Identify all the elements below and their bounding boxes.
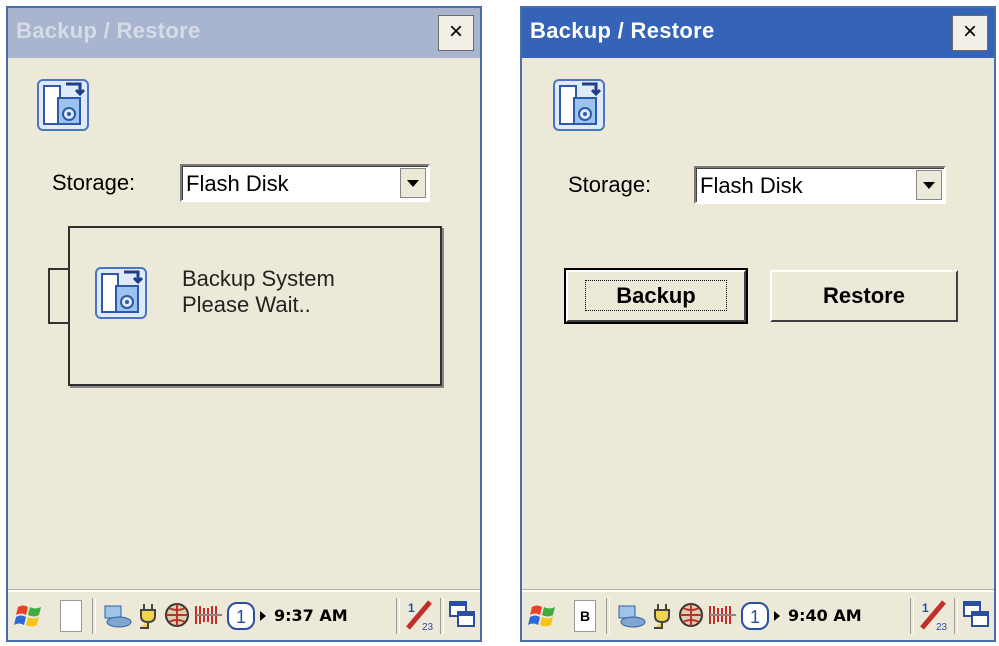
- restore-button[interactable]: Restore: [770, 270, 958, 322]
- svg-text:23: 23: [422, 622, 434, 633]
- close-button[interactable]: ×: [952, 15, 988, 51]
- title-bar: Backup / Restore ×: [522, 8, 994, 58]
- clock[interactable]: 9:40 AM: [788, 606, 862, 625]
- svg-text:1: 1: [922, 601, 929, 615]
- arrow-right-icon[interactable]: [258, 610, 268, 622]
- backup-restore-app-icon: [95, 267, 147, 319]
- storage-dropdown[interactable]: Flash Disk: [694, 166, 946, 204]
- chevron-down-icon[interactable]: [916, 170, 942, 200]
- switch-window-icon[interactable]: [962, 600, 990, 630]
- taskbar: B 1 9:40 AM 1 23: [522, 590, 994, 640]
- keypad-mode-icon[interactable]: 1: [226, 601, 256, 631]
- taskbar-task-button[interactable]: [60, 600, 82, 632]
- title-bar: Backup / Restore ×: [8, 8, 480, 58]
- network-icon[interactable]: [102, 602, 132, 630]
- backup-restore-app-icon: [37, 79, 89, 131]
- backup-button[interactable]: Backup: [564, 268, 748, 324]
- storage-label: Storage:: [52, 170, 136, 195]
- dialog-line-1: Backup System: [182, 266, 335, 291]
- svg-text:1: 1: [408, 601, 415, 615]
- storage-value: Flash Disk: [700, 173, 803, 198]
- backup-restore-app-icon: [553, 79, 605, 131]
- svg-text:23: 23: [936, 622, 948, 633]
- taskbar-separator: [910, 598, 914, 634]
- keypad-mode-icon[interactable]: 1: [740, 601, 770, 631]
- taskbar: 1 9:37 AM 1 23: [8, 590, 480, 640]
- storage-dropdown[interactable]: Flash Disk: [180, 164, 430, 202]
- dialog-line-2: Please Wait..: [182, 292, 311, 317]
- power-plug-icon[interactable]: [650, 602, 674, 630]
- dialog-message: Backup System Please Wait..: [182, 266, 335, 318]
- taskbar-task-button[interactable]: B: [574, 600, 596, 632]
- svg-text:1: 1: [236, 607, 246, 627]
- taskbar-separator: [606, 598, 610, 634]
- storage-value: Flash Disk: [186, 171, 289, 196]
- backup-button-label: Backup: [585, 280, 727, 311]
- taskbar-separator: [396, 598, 400, 634]
- arrow-right-icon[interactable]: [772, 610, 782, 622]
- input-panel-icon[interactable]: 1 23: [404, 598, 436, 634]
- network-icon[interactable]: [616, 602, 646, 630]
- window-title: Backup / Restore: [530, 18, 715, 43]
- window-title: Backup / Restore: [16, 18, 201, 43]
- chevron-down-icon[interactable]: [400, 168, 426, 198]
- taskbar-separator: [92, 598, 96, 634]
- progress-dialog: Backup System Please Wait..: [68, 226, 442, 386]
- close-button[interactable]: ×: [438, 15, 474, 51]
- taskbar-separator: [440, 598, 444, 634]
- right-screen: Backup / Restore × Storage: Flash Disk B…: [520, 6, 996, 642]
- windows-start-icon[interactable]: [14, 601, 44, 631]
- power-plug-icon[interactable]: [136, 602, 160, 630]
- input-panel-icon[interactable]: 1 23: [918, 598, 950, 634]
- svg-text:1: 1: [750, 607, 760, 627]
- battery-icon[interactable]: [708, 604, 738, 626]
- clock[interactable]: 9:37 AM: [274, 606, 348, 625]
- battery-icon[interactable]: [194, 604, 224, 626]
- left-screen: Backup / Restore × Storage: Flash Disk B…: [6, 6, 482, 642]
- switch-window-icon[interactable]: [448, 600, 476, 630]
- storage-label: Storage:: [568, 172, 652, 197]
- globe-icon[interactable]: [678, 602, 704, 628]
- globe-icon[interactable]: [164, 602, 190, 628]
- taskbar-separator: [954, 598, 958, 634]
- windows-start-icon[interactable]: [528, 601, 558, 631]
